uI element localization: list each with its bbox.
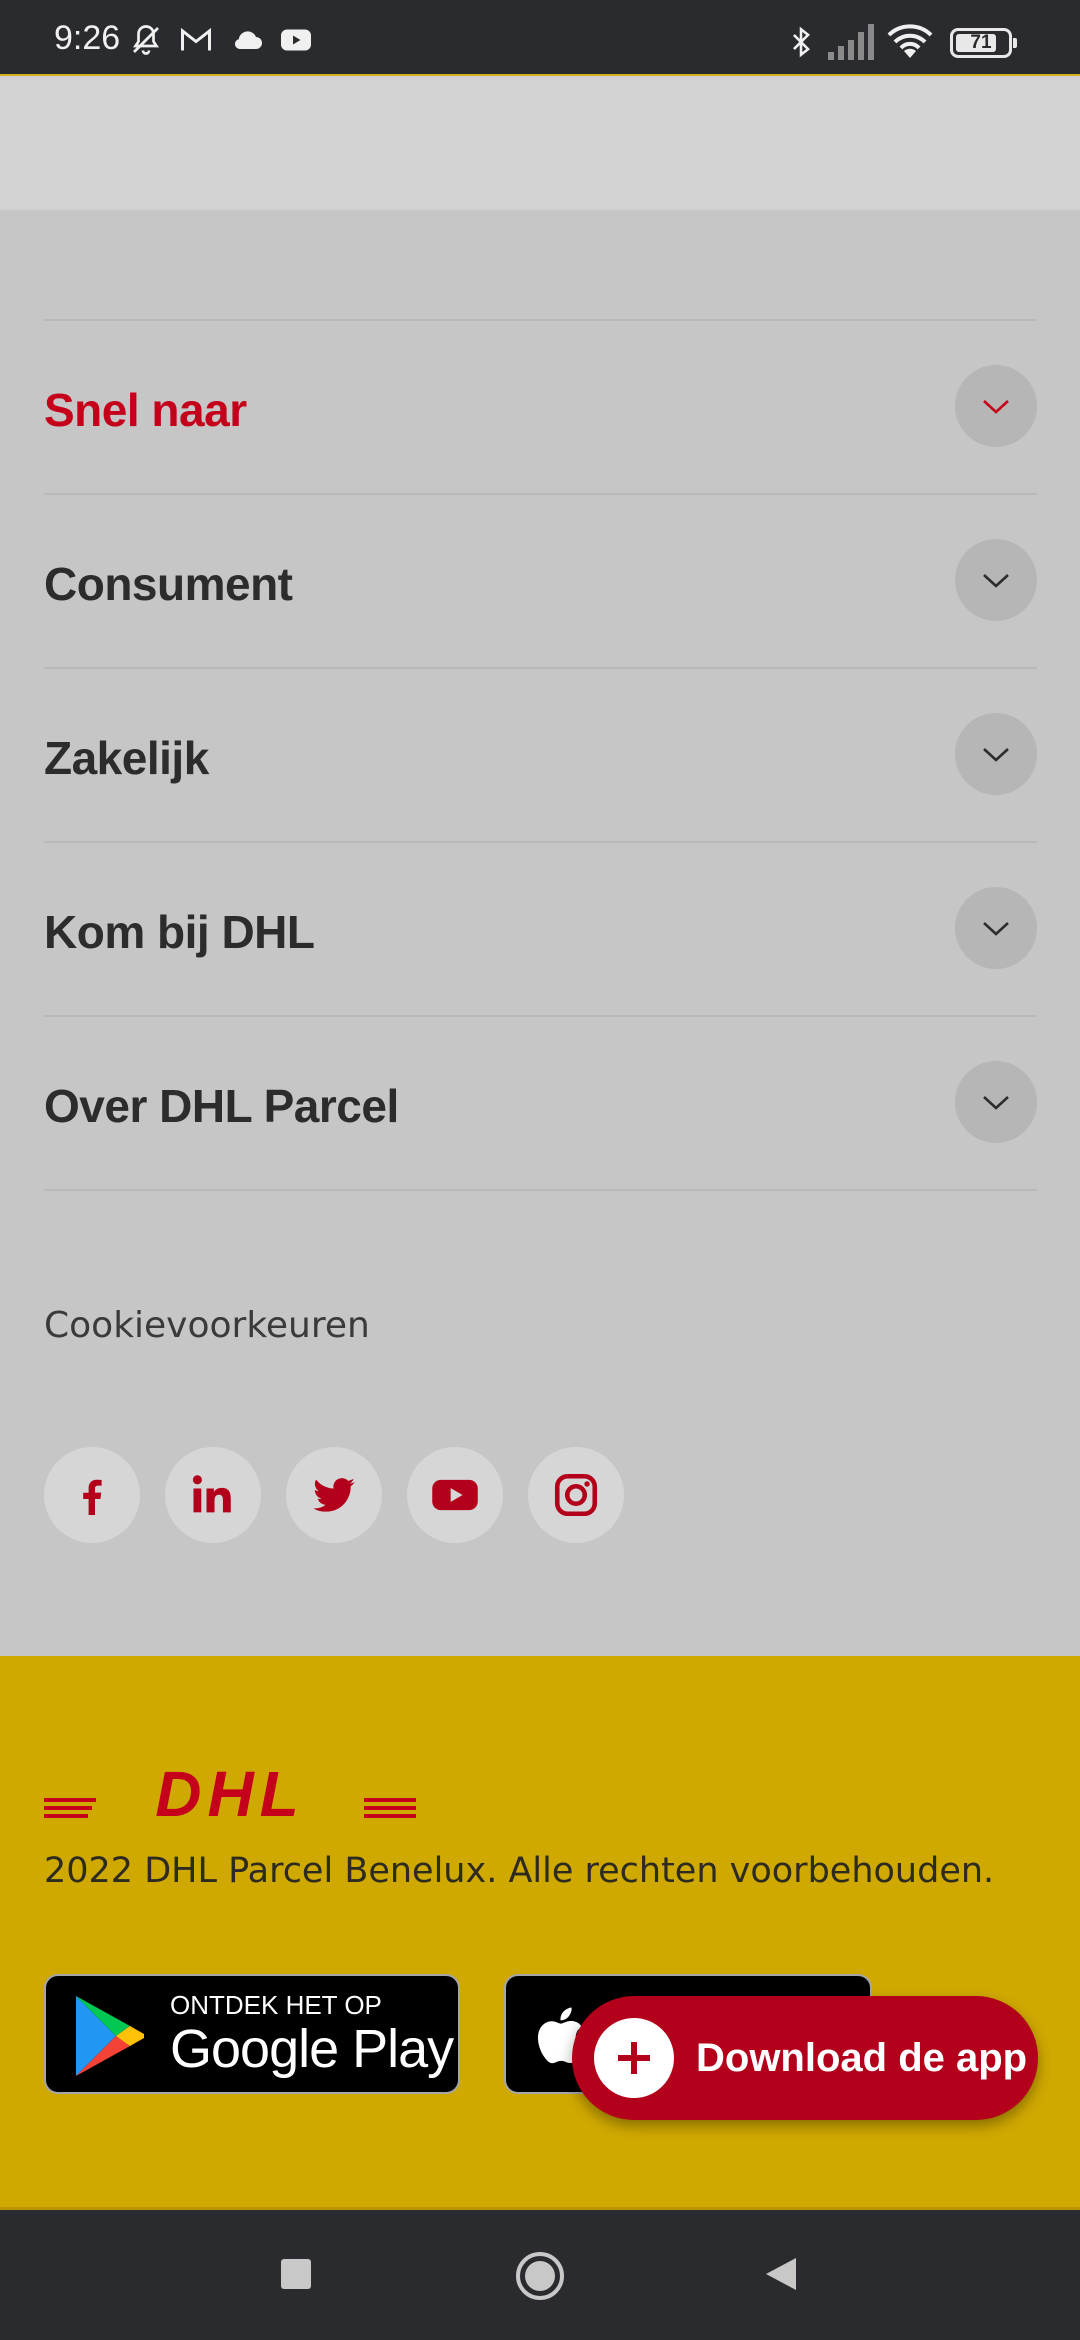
accordion-consument[interactable]: Consument <box>44 495 1037 669</box>
battery-level: 71 <box>970 32 992 53</box>
chevron-down-icon[interactable] <box>955 887 1037 969</box>
google-play-badge[interactable]: ONTDEK HET OP Google Play <box>44 1974 460 2094</box>
twitter-icon <box>313 1478 355 1512</box>
signal-icon <box>828 24 874 60</box>
download-app-button[interactable]: Download de app <box>572 1996 1038 2120</box>
dhl-logo: DHL <box>44 1758 416 1830</box>
accordion-label: Kom bij DHL <box>44 906 315 958</box>
instagram-button[interactable] <box>528 1447 624 1543</box>
brand-footer: DHL 2022 DHL Parcel Benelux. Alle rechte… <box>0 1656 1080 2207</box>
accordion-label: Snel naar <box>44 384 247 436</box>
wifi-icon <box>887 24 933 58</box>
google-play-icon <box>76 1996 144 2076</box>
home-button[interactable] <box>514 2250 566 2302</box>
linkedin-button[interactable] <box>165 1447 261 1543</box>
header-strip <box>0 76 1080 210</box>
chevron-down-icon[interactable] <box>955 1061 1037 1143</box>
twitter-button[interactable] <box>286 1447 382 1543</box>
linkedin-icon <box>192 1475 231 1513</box>
chevron-down-icon[interactable] <box>955 539 1037 621</box>
plus-icon <box>594 2018 674 2098</box>
system-nav-bar <box>0 2210 1080 2340</box>
google-play-pre: ONTDEK HET OP <box>170 1990 382 2020</box>
accordion-zakelijk[interactable]: Zakelijk <box>44 669 1037 843</box>
cookie-preferences-link[interactable]: Cookievoorkeuren <box>44 1306 370 1346</box>
instagram-icon <box>554 1473 598 1517</box>
facebook-button[interactable] <box>44 1447 140 1543</box>
recents-button[interactable] <box>278 2256 314 2292</box>
status-bar: 9:26 71 <box>0 0 1080 76</box>
social-links <box>44 1447 624 1543</box>
accordion-kom-bij-dhl[interactable]: Kom bij DHL <box>44 843 1037 1017</box>
footer-accordion: Snel naar Consument Zakelijk Kom bij DHL… <box>44 319 1037 1191</box>
bluetooth-icon <box>793 26 810 58</box>
youtube-icon <box>432 1479 478 1511</box>
youtube-button[interactable] <box>407 1447 503 1543</box>
accordion-label: Zakelijk <box>44 732 209 784</box>
chevron-down-icon[interactable] <box>955 713 1037 795</box>
accordion-over-dhl-parcel[interactable]: Over DHL Parcel <box>44 1017 1037 1191</box>
bell-off-icon <box>132 25 160 55</box>
chevron-down-icon[interactable] <box>955 365 1037 447</box>
google-play-label: Google Play <box>170 2019 454 2079</box>
accordion-snel-naar[interactable]: Snel naar <box>44 321 1037 495</box>
gmail-icon <box>181 27 211 51</box>
back-button[interactable] <box>760 2254 800 2294</box>
accordion-label: Consument <box>44 558 293 610</box>
youtube-icon <box>281 29 311 51</box>
copyright-text: 2022 DHL Parcel Benelux. Alle rechten vo… <box>44 1851 995 1891</box>
svg-text:DHL: DHL <box>155 1764 305 1822</box>
status-time: 9:26 <box>54 19 121 57</box>
accordion-label: Over DHL Parcel <box>44 1080 399 1132</box>
facebook-icon <box>83 1479 102 1515</box>
battery-icon: 71 <box>950 28 1017 58</box>
cloud-icon <box>234 31 262 49</box>
download-app-label: Download de app <box>696 2036 1028 2080</box>
